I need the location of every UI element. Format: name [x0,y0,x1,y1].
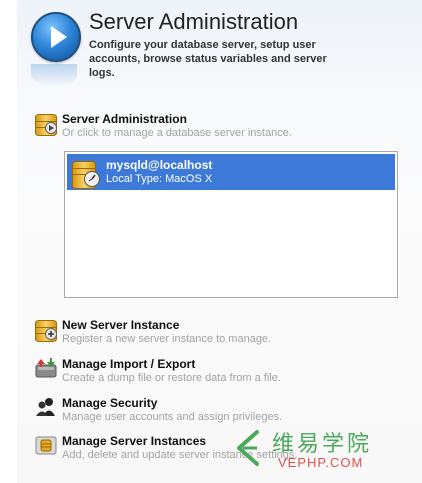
page-title: Server Administration [89,9,299,34]
server-admin-desc: Or click to manage a database server ins… [62,127,292,139]
instance-name: mysqld@localhost [106,158,213,172]
new-server-instance-action[interactable]: New Server Instance Register a new serve… [35,318,415,348]
play-icon [31,12,81,62]
action-title: Manage Security [62,396,158,410]
server-admin-title: Server Administration [62,112,187,126]
action-desc: Create a dump file or restore data from … [62,372,281,384]
watermark-text-cn: 维易学院 [272,431,373,456]
action-title: Manage Server Instances [62,434,207,448]
instance-details: Local Type: MacOS X [106,173,213,185]
action-desc: Register a new server instance to manage… [62,333,272,345]
play-icon-reflection [31,64,77,86]
server-admin-logo [31,12,81,92]
import-export-action[interactable]: Manage Import / Export Create a dump fil… [35,357,415,387]
header: Server Administration Configure your dat… [17,0,422,96]
import-export-icon [35,357,57,379]
database-server-icon [72,157,102,189]
security-action[interactable]: Manage Security Manage user accounts and… [35,396,415,426]
page-subtitle: Configure your database server, setup us… [89,39,327,79]
server-admin-section[interactable]: Server Administration Or click to manage… [35,112,415,142]
action-desc: Manage user accounts and assign privileg… [62,411,283,423]
action-title: Manage Import / Export [62,357,196,371]
server-admin-icon [35,112,57,136]
action-title: New Server Instance [62,318,180,332]
watermark-text-en: VEPHP.COM [278,455,364,470]
watermark-logo-icon [237,430,259,466]
list-item[interactable]: mysqld@localhost Local Type: MacOS X [67,154,395,190]
server-instance-list[interactable]: mysqld@localhost Local Type: MacOS X [64,151,398,298]
new-server-instance-icon [35,318,57,342]
server-instances-icon [35,434,57,456]
security-icon [35,396,57,418]
home-panel: Server Administration Configure your dat… [17,0,422,483]
